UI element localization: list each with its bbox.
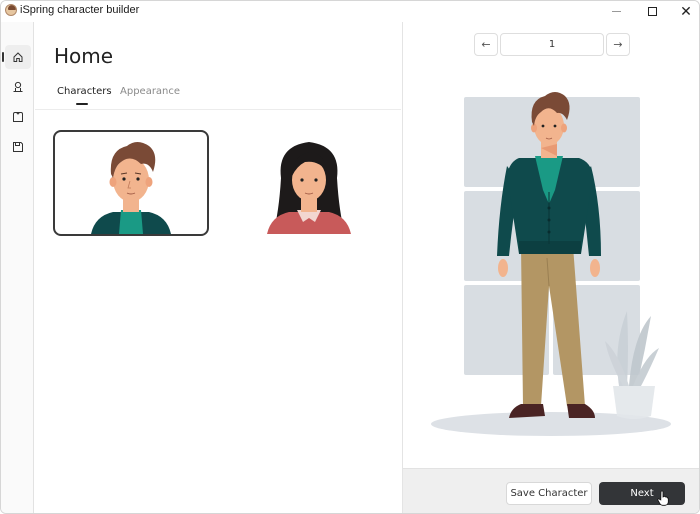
divider	[35, 109, 401, 110]
window-title: iSpring character builder	[20, 4, 140, 16]
previous-button[interactable]: ←	[474, 33, 498, 56]
character-preview	[423, 86, 683, 458]
hand-cursor-icon	[657, 490, 669, 506]
app-window: iSpring character builder ✕ Home Charact…	[0, 0, 700, 514]
page-number-input[interactable]: 1	[500, 33, 604, 56]
next-page-button[interactable]: →	[606, 33, 630, 56]
next-button[interactable]: Next	[599, 482, 685, 505]
app-logo-icon	[5, 4, 17, 16]
footer-bar: Save Character Next	[403, 468, 699, 513]
title-bar: iSpring character builder ✕	[1, 1, 699, 22]
male-character-portrait	[91, 142, 171, 234]
character-full-body-illustration	[431, 92, 671, 436]
tab-characters[interactable]: Characters	[57, 86, 112, 97]
page-title: Home	[54, 44, 114, 68]
maximize-icon	[647, 7, 657, 16]
minimize-button[interactable]	[599, 1, 633, 22]
shirt-icon	[13, 112, 23, 122]
minimize-icon	[611, 11, 621, 12]
floppy-disk-icon	[13, 142, 23, 152]
maximize-button[interactable]	[635, 1, 669, 22]
save-character-button[interactable]: Save Character	[506, 482, 592, 505]
arrow-right-icon: →	[613, 38, 623, 51]
sidebar-item-home[interactable]	[2, 45, 31, 69]
female-character-portrait	[267, 142, 351, 234]
home-panel: Home Characters Appearance	[35, 22, 401, 513]
home-icon	[13, 52, 23, 62]
active-tab-underline	[76, 103, 88, 105]
tab-appearance[interactable]: Appearance	[120, 86, 180, 97]
sidebar-item-characters[interactable]	[5, 75, 31, 99]
sidebar-item-clothes[interactable]	[5, 105, 31, 129]
close-button[interactable]: ✕	[669, 1, 699, 22]
sidebar	[1, 22, 34, 513]
character-card-male[interactable]	[53, 130, 209, 236]
active-indicator	[2, 52, 4, 62]
character-card-female[interactable]	[231, 130, 387, 236]
preview-panel: ← 1 → Save Character Next	[402, 22, 699, 513]
sidebar-item-save[interactable]	[5, 135, 31, 159]
close-icon: ✕	[680, 3, 692, 20]
person-icon	[13, 81, 23, 92]
arrow-left-icon: ←	[481, 38, 491, 51]
